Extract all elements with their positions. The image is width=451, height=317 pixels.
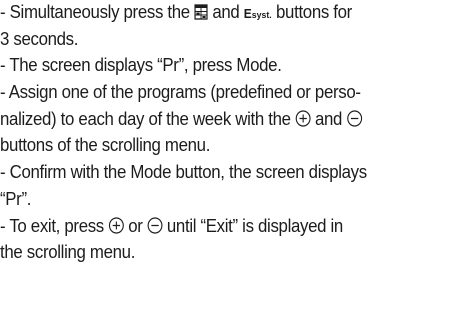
plus-circle-icon [108, 216, 124, 234]
line-2: 3 seconds. [0, 27, 79, 49]
text-l1a: - Simultaneously press the [0, 1, 195, 22]
line-9: - To exit, press or until “Exit” is disp… [0, 213, 415, 240]
plus-circle-icon [295, 110, 311, 127]
esyst-main: E [243, 6, 252, 21]
line-6: buttons of the scrolling menu. [0, 134, 211, 156]
text-l9c: until “Exit” is displayed in [162, 214, 343, 236]
text-l1c: buttons for [271, 1, 352, 22]
line-5: nalized) to each day of the week with th… [0, 106, 415, 133]
text-l9a: - To exit, press [0, 214, 109, 236]
line-8: “Pr”. [0, 187, 32, 209]
line-3: - The screen displays “Pr”, press Mode. [0, 54, 282, 76]
calendar-program-icon [194, 4, 208, 20]
text-l1b: and [207, 1, 244, 22]
line-10: the scrolling menu. [0, 241, 136, 263]
text-l5a: nalized) to each day of the week with th… [0, 107, 296, 129]
line-4: - Assign one of the programs (predefined… [0, 81, 361, 103]
instruction-text: - Simultaneously press the and Esyst. bu… [0, 0, 415, 266]
line-1: - Simultaneously press the and Esyst. bu… [0, 0, 415, 26]
minus-circle-icon [147, 216, 163, 234]
minus-circle-icon [346, 110, 362, 127]
text-l9b: or [123, 214, 147, 236]
text-l5b: and [310, 107, 347, 129]
esyst-button-label: Esyst. [244, 6, 272, 21]
esyst-sub: syst. [251, 10, 272, 21]
line-7: - Confirm with the Mode button, the scre… [0, 161, 367, 183]
